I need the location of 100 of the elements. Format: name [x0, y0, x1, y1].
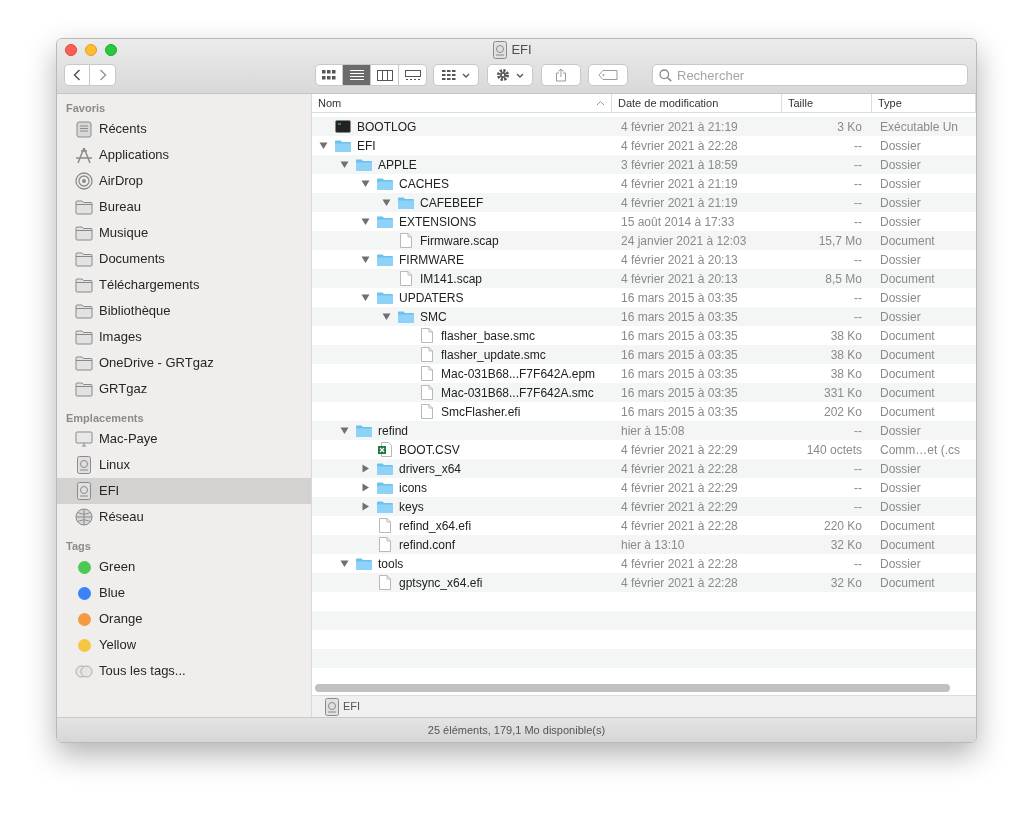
sidebar-item[interactable]: Réseau: [57, 504, 311, 530]
sidebar-item[interactable]: Linux: [57, 452, 311, 478]
column-header[interactable]: Taille: [782, 94, 872, 112]
back-button[interactable]: [64, 64, 90, 86]
date-cell-text: 24 janvier 2021 à 12:03: [620, 232, 748, 250]
path-item[interactable]: EFI: [343, 698, 361, 715]
file-name: flasher_update.smc: [441, 346, 546, 364]
terminal-icon: [335, 120, 351, 133]
expanded-triangle-icon[interactable]: [340, 426, 349, 435]
document-icon: [421, 328, 433, 343]
file-name: EXTENSIONS: [399, 213, 477, 231]
date-cell-text: 16 mars 2015 à 03:35: [620, 289, 739, 307]
type-cell-text: Document: [879, 517, 936, 535]
gallery-icon: [404, 69, 421, 81]
close-button[interactable]: [65, 44, 77, 56]
share-button[interactable]: [541, 64, 581, 86]
file-name: BOOT.CSV: [399, 441, 460, 459]
date-cell-text: 15 août 2014 à 17:33: [620, 213, 736, 231]
columns-view-button[interactable]: [371, 64, 399, 86]
file-row[interactable]: BOOTLOG 4 février 2021 à 21:19 3 Ko Exécutable Un: [312, 117, 976, 136]
date-cell-text: hier à 13:10: [620, 536, 686, 554]
size-cell-text: --: [853, 460, 863, 478]
file-row[interactable]: Mac-031B68...F7F642A.smc 16 mars 2015 à 03:35 331 Ko Document: [312, 383, 976, 402]
type-cell-text: Dossier: [879, 251, 922, 269]
tag-button[interactable]: [588, 64, 628, 86]
size-cell-text: 38 Ko: [829, 365, 863, 383]
forward-button[interactable]: [90, 64, 116, 86]
expanded-triangle-icon[interactable]: [319, 141, 328, 150]
size-cell-text: --: [853, 251, 863, 269]
size-cell-text: 32 Ko: [829, 536, 863, 554]
type-cell-text: Dossier: [879, 194, 922, 212]
expanded-triangle-icon[interactable]: [340, 559, 349, 568]
sidebar-item[interactable]: Récents: [57, 116, 311, 142]
file-row[interactable]: keys 4 février 2021 à 22:29 -- Dossier: [312, 497, 976, 516]
sidebar-item[interactable]: Musique: [57, 220, 311, 246]
sidebar-item[interactable]: Blue: [57, 580, 311, 606]
file-name: tools: [378, 555, 404, 573]
sidebar-item[interactable]: Bureau: [57, 194, 311, 220]
file-row[interactable]: gptsync_x64.efi 4 février 2021 à 22:28 32 Ko Document: [312, 573, 976, 592]
group-button[interactable]: [433, 64, 479, 86]
expanded-triangle-icon[interactable]: [361, 293, 370, 302]
sidebar-item[interactable]: EFI: [57, 478, 311, 504]
expanded-triangle-icon[interactable]: [361, 255, 370, 264]
sidebar-item[interactable]: Orange: [57, 606, 311, 632]
folder-icon: [376, 252, 394, 267]
expanded-triangle-icon[interactable]: [340, 160, 349, 169]
date-cell-text: 4 février 2021 à 21:19: [620, 175, 739, 193]
file-name: APPLE: [378, 156, 417, 174]
action-button[interactable]: [487, 64, 533, 86]
file-row[interactable]: SMC 16 mars 2015 à 03:35 -- Dossier: [312, 307, 976, 326]
collapsed-triangle-icon[interactable]: [361, 502, 370, 511]
sidebar-section-title: Favoris: [65, 101, 107, 116]
file-row[interactable]: Firmware.scap 24 janvier 2021 à 12:03 15,7 Mo Document: [312, 231, 976, 250]
computer-icon: [75, 431, 93, 447]
status-text: 25 éléments, 179,1 Mo disponible(s): [427, 722, 606, 738]
size-cell-text: 32 Ko: [829, 574, 863, 592]
file-row[interactable]: flasher_update.smc 16 mars 2015 à 03:35 38 Ko Document: [312, 345, 976, 364]
sidebar-item[interactable]: Images: [57, 324, 311, 350]
file-row[interactable]: refind.conf hier à 13:10 32 Ko Document: [312, 535, 976, 554]
sidebar-item[interactable]: Mac-Paye: [57, 426, 311, 452]
horizontal-scrollbar[interactable]: [315, 684, 950, 692]
gallery-view-button[interactable]: [399, 64, 427, 86]
column-header[interactable]: Date de modification: [612, 94, 782, 112]
expanded-triangle-icon[interactable]: [382, 198, 391, 207]
sidebar-item[interactable]: Green: [57, 554, 311, 580]
file-row[interactable]: refind hier à 15:08 -- Dossier: [312, 421, 976, 440]
folder-icon: [355, 556, 373, 571]
search-field[interactable]: Rechercher: [652, 64, 968, 86]
sidebar-item[interactable]: Bibliothèque: [57, 298, 311, 324]
expanded-triangle-icon[interactable]: [361, 179, 370, 188]
chevron-left-icon: [73, 69, 81, 81]
expanded-triangle-icon[interactable]: [382, 312, 391, 321]
file-row[interactable]: IM141.scap 4 février 2021 à 20:13 8,5 Mo Document: [312, 269, 976, 288]
sidebar-item[interactable]: AirDrop: [57, 168, 311, 194]
collapsed-triangle-icon[interactable]: [361, 464, 370, 473]
search-icon: [659, 69, 672, 82]
sidebar-item[interactable]: Téléchargements: [57, 272, 311, 298]
type-cell-text: Document: [879, 574, 936, 592]
sidebar-item[interactable]: Yellow: [57, 632, 311, 658]
sidebar-item[interactable]: GRTgaz: [57, 376, 311, 402]
file-row[interactable]: CAFEBEEF 4 février 2021 à 21:19 -- Dossier: [312, 193, 976, 212]
type-cell-text: Dossier: [879, 460, 922, 478]
file-name: EFI: [357, 137, 376, 155]
file-row[interactable]: drivers_x64 4 février 2021 à 22:28 -- Dossier: [312, 459, 976, 478]
size-cell-text: --: [853, 156, 863, 174]
sidebar-item[interactable]: OneDrive - GRTgaz: [57, 350, 311, 376]
file-row[interactable]: APPLE 3 février 2021 à 18:59 -- Dossier: [312, 155, 976, 174]
list-view-button[interactable]: [343, 64, 371, 86]
expanded-triangle-icon[interactable]: [361, 217, 370, 226]
sidebar-item[interactable]: Tous les tags...: [57, 658, 311, 684]
size-cell-text: 3 Ko: [836, 118, 863, 136]
collapsed-triangle-icon[interactable]: [361, 483, 370, 492]
sidebar-item[interactable]: Documents: [57, 246, 311, 272]
folder-icon: [355, 423, 373, 438]
column-header[interactable]: Type: [872, 94, 976, 112]
folder-icon: [75, 329, 93, 345]
type-cell-text: Dossier: [879, 308, 922, 326]
column-header[interactable]: Nom: [312, 94, 612, 112]
sidebar-item[interactable]: Applications: [57, 142, 311, 168]
icons-view-button[interactable]: [315, 64, 343, 86]
